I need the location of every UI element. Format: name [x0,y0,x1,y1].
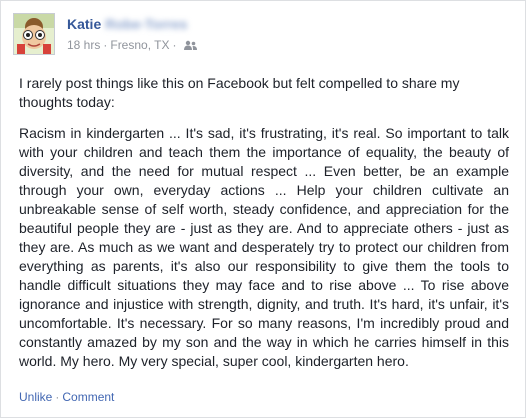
action-separator: · [55,390,60,404]
meta-separator-2: · [172,38,177,52]
friends-icon[interactable] [183,40,197,54]
meta-separator: · [103,38,108,52]
post-meta: 18 hrs · Fresno, TX · [67,38,197,54]
post-actions: Unlike · Comment [19,390,114,404]
avatar-image [14,14,54,54]
post-card: Katie Robe-Torres 18 hrs · Fresno, TX · I ra… [0,0,526,418]
post-paragraph-intro: I rarely post things like this on Facebo… [19,75,460,110]
post-location[interactable]: Fresno, TX [110,38,169,52]
author-name-line: Katie Robe-Torres [67,16,187,32]
avatar[interactable] [13,13,55,55]
author-name[interactable]: Katie [67,16,101,32]
post-header: Katie Robe-Torres 18 hrs · Fresno, TX · [13,13,513,61]
unlike-link[interactable]: Unlike [19,390,52,404]
comment-link[interactable]: Comment [62,390,114,404]
post-paragraph-main: Racism in kindergarten ... It's sad, it'… [19,125,509,369]
post-timestamp[interactable]: 18 hrs [67,38,100,52]
author-surname[interactable]: Robe-Torres [105,16,187,32]
post-body: I rarely post things like this on Facebo… [19,74,509,383]
